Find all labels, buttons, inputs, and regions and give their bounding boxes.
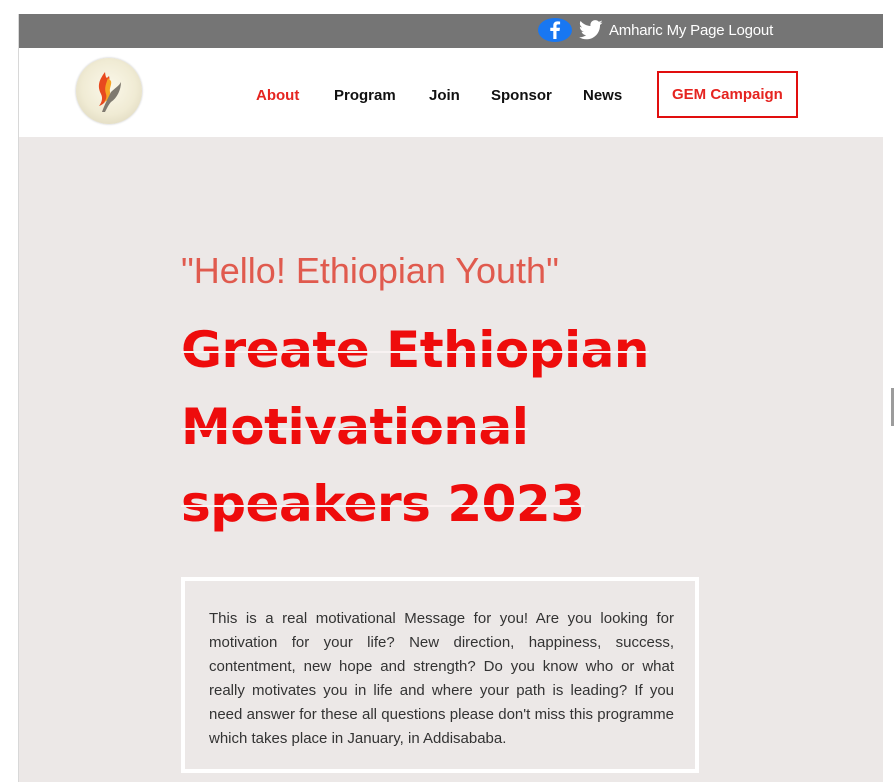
nav-sponsor[interactable]: Sponsor bbox=[491, 87, 552, 104]
main-navbar: About Program Join Sponsor News GEM Camp… bbox=[19, 48, 883, 137]
facebook-icon[interactable] bbox=[538, 18, 572, 42]
nav-about[interactable]: About bbox=[256, 87, 299, 104]
nav-program[interactable]: Program bbox=[334, 87, 396, 104]
message-box: This is a real motivational Message for … bbox=[181, 577, 699, 773]
my-page-link[interactable]: My Page bbox=[667, 22, 725, 39]
top-links: Amharic My Page Logout bbox=[609, 22, 773, 39]
hero-greeting: "Hello! Ethiopian Youth" bbox=[181, 250, 559, 291]
site-logo[interactable] bbox=[76, 58, 142, 124]
flame-hand-icon bbox=[98, 72, 121, 112]
message-text: This is a real motivational Message for … bbox=[209, 610, 674, 747]
hero-headline: Greate Ethiopian Motivational speakers 2… bbox=[181, 321, 649, 533]
page: Amharic My Page Logout About Program Joi… bbox=[18, 14, 883, 782]
top-bar: Amharic My Page Logout bbox=[19, 14, 883, 48]
nav-news[interactable]: News bbox=[583, 87, 622, 104]
gem-campaign-button[interactable]: GEM Campaign bbox=[657, 71, 798, 118]
scrollbar-thumb[interactable] bbox=[891, 388, 894, 426]
amharic-link[interactable]: Amharic bbox=[609, 22, 663, 39]
logout-link[interactable]: Logout bbox=[728, 22, 773, 39]
twitter-icon[interactable] bbox=[579, 20, 603, 40]
nav-join[interactable]: Join bbox=[429, 87, 460, 104]
